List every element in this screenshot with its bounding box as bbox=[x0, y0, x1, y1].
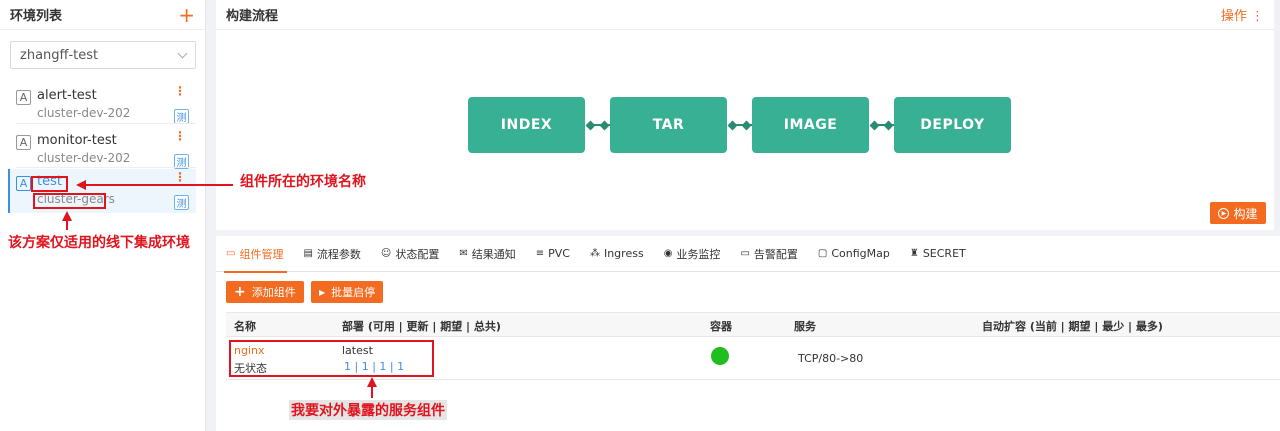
env-type-badge: A bbox=[16, 90, 31, 105]
monitor-icon: ▭ bbox=[740, 248, 750, 259]
tab-label: 组件管理 bbox=[239, 247, 284, 261]
tab-label: 状态配置 bbox=[395, 247, 440, 261]
file-icon: ▢ bbox=[817, 248, 828, 259]
stage-image[interactable]: IMAGE bbox=[752, 97, 869, 153]
tab-label: 流程参数 bbox=[316, 247, 361, 261]
annotation-box-cluster bbox=[33, 193, 106, 209]
tab-label: 业务监控 bbox=[676, 247, 721, 261]
tab-label: 结果通知 bbox=[471, 247, 516, 261]
tab-ingress[interactable]: ⁂ Ingress bbox=[590, 236, 644, 272]
tab-secret[interactable]: ♜ SECRET bbox=[910, 236, 966, 272]
stage-tar[interactable]: TAR bbox=[610, 97, 727, 153]
add-component-button[interactable]: + 添加组件 bbox=[226, 281, 304, 303]
namespace-select[interactable]: zhangff-test bbox=[10, 41, 196, 69]
chevron-down-icon bbox=[177, 48, 188, 58]
connector-diamond bbox=[883, 120, 894, 131]
col-name: 名称 bbox=[234, 320, 256, 333]
connector-diamond bbox=[599, 120, 610, 131]
eye-icon: ◉ bbox=[663, 248, 673, 259]
col-deploy: 部署 (可用 | 更新 | 期望 | 总共) bbox=[342, 320, 501, 333]
env-name: monitor-test bbox=[37, 133, 117, 148]
namespace-value: zhangff-test bbox=[20, 47, 99, 63]
tab-bar: ▭ 组件管理 ▤ 流程参数 ☺ 状态配置 ✉ 结果通知 ≡ PVC ⁂ Ingress ◉ 业… bbox=[216, 236, 1280, 273]
annotation-expose: 我要对外暴露的服务组件 bbox=[289, 400, 447, 420]
build-label: 构建 bbox=[1233, 206, 1258, 221]
secret-icon: ♜ bbox=[909, 248, 919, 259]
tab-configmap[interactable]: ▢ ConfigMap bbox=[818, 236, 890, 272]
arrow-line bbox=[66, 220, 68, 230]
tab-monitor[interactable]: ◉ 业务监控 bbox=[664, 236, 721, 272]
tab-status[interactable]: ☺ 状态配置 bbox=[381, 236, 439, 272]
env-tag: 测 bbox=[174, 109, 189, 124]
env-name: alert-test bbox=[37, 88, 97, 103]
annotation-box-component bbox=[229, 340, 434, 377]
env-sidebar: 环境列表 + zhangff-test A alert-test cluster… bbox=[0, 0, 206, 431]
params-icon: ▤ bbox=[303, 248, 313, 259]
more-icon[interactable]: ⋮ bbox=[174, 84, 186, 98]
tab-label: Ingress bbox=[603, 247, 644, 260]
env-type-badge: A bbox=[16, 176, 31, 191]
add-env-icon[interactable]: + bbox=[178, 5, 195, 25]
arrow-line bbox=[85, 184, 233, 186]
tab-notify[interactable]: ✉ 结果通知 bbox=[459, 236, 515, 272]
sidebar-title: 环境列表 bbox=[10, 9, 63, 24]
connector-diamond bbox=[741, 120, 752, 131]
annotation-box-env bbox=[31, 176, 68, 192]
button-label: 批量启停 bbox=[331, 286, 376, 299]
env-cluster: cluster-dev-202 bbox=[37, 106, 131, 120]
stage-index[interactable]: INDEX bbox=[468, 97, 585, 153]
env-item[interactable]: A monitor-test cluster-dev-202 ⋮ 测 bbox=[8, 128, 196, 172]
service-ports: TCP/80->80 bbox=[798, 352, 864, 365]
database-icon: ≡ bbox=[535, 248, 545, 259]
tab-label: 告警配置 bbox=[753, 247, 798, 261]
annotation-env-name: 组件所在的环境名称 bbox=[240, 174, 366, 190]
tab-label: ConfigMap bbox=[831, 247, 890, 260]
env-cluster: cluster-dev-202 bbox=[37, 151, 131, 165]
tab-pvc[interactable]: ≡ PVC bbox=[536, 236, 570, 272]
more-icon[interactable]: ⋮ bbox=[174, 170, 186, 184]
divider bbox=[226, 379, 1280, 380]
env-tag: 测 bbox=[174, 195, 189, 210]
tab-params[interactable]: ▤ 流程参数 bbox=[303, 236, 360, 272]
table-header: 名称 部署 (可用 | 更新 | 期望 | 总共) 容器 服务 自动扩容 (当前… bbox=[226, 312, 1280, 337]
stage-deploy[interactable]: DEPLOY bbox=[894, 97, 1011, 153]
arrow-line bbox=[371, 386, 373, 398]
pipeline-header: 构建流程 操作 ⋮ bbox=[216, 0, 1274, 30]
pipeline-title: 构建流程 bbox=[226, 9, 279, 24]
ops-menu[interactable]: 操作 ⋮ bbox=[1221, 5, 1264, 24]
sidebar-header: 环境列表 + bbox=[0, 0, 205, 30]
pipeline-panel: 构建流程 操作 ⋮ INDEX TAR IMAGE DEPLOY ▶ 构建 bbox=[216, 0, 1274, 230]
col-service: 服务 bbox=[794, 320, 816, 333]
component-icon: ▭ bbox=[226, 248, 236, 259]
play-icon: ▶ bbox=[1218, 207, 1230, 219]
build-button[interactable]: ▶ 构建 bbox=[1210, 202, 1266, 224]
container-status-icon[interactable] bbox=[711, 347, 729, 365]
col-autoscale: 自动扩容 (当前 | 期望 | 最少 | 最多) bbox=[982, 320, 1163, 333]
smile-icon: ☺ bbox=[380, 248, 392, 259]
env-item[interactable]: A alert-test cluster-dev-202 ⋮ 测 bbox=[8, 83, 196, 127]
tab-label: SECRET bbox=[922, 247, 966, 260]
play-icon: ▶ bbox=[319, 287, 326, 297]
batch-toggle-button[interactable]: ▶ 批量启停 bbox=[311, 281, 384, 303]
network-icon: ⁂ bbox=[589, 248, 600, 259]
more-icon[interactable]: ⋮ bbox=[174, 129, 186, 143]
tab-label: PVC bbox=[548, 247, 570, 260]
divider bbox=[16, 123, 196, 124]
tab-components[interactable]: ▭ 组件管理 bbox=[223, 236, 288, 273]
plus-icon: + bbox=[234, 284, 246, 300]
col-container: 容器 bbox=[710, 320, 732, 333]
env-type-badge: A bbox=[16, 135, 31, 150]
button-label: 添加组件 bbox=[251, 286, 296, 299]
annotation-offline: 该方案仅适用的线下集成环境 bbox=[8, 235, 190, 251]
divider bbox=[16, 167, 196, 168]
tab-alert[interactable]: ▭ 告警配置 bbox=[740, 236, 797, 272]
mail-icon: ✉ bbox=[459, 248, 468, 259]
